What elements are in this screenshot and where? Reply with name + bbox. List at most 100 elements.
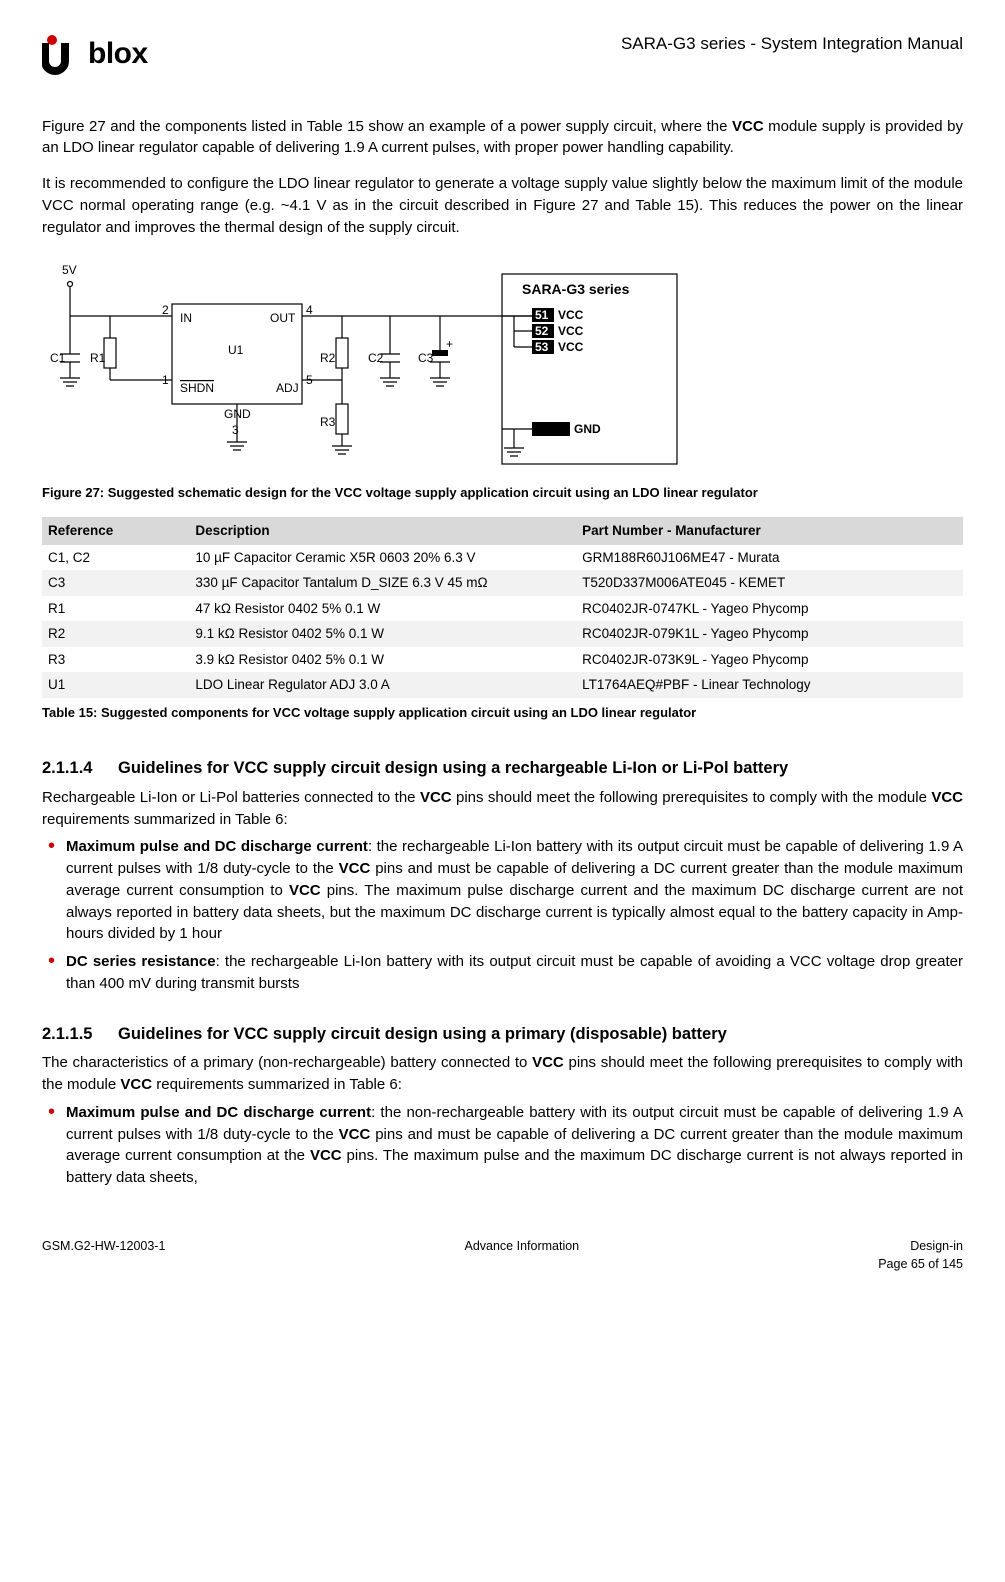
lbl-adj: ADJ	[276, 381, 299, 395]
page-header: blox SARA-G3 series - System Integration…	[42, 32, 963, 76]
table-row: R29.1 kΩ Resistor 0402 5% 0.1 WRC0402JR-…	[42, 621, 963, 647]
vcc-lbl-3: VCC	[558, 340, 584, 354]
cell: 47 kΩ Resistor 0402 5% 0.1 W	[189, 596, 576, 622]
schematic-svg: .l{stroke:#000;stroke-width:1.2;fill:non…	[42, 254, 682, 474]
sec214-bullets: Maximum pulse and DC discharge current: …	[42, 836, 963, 994]
cell: 9.1 kΩ Resistor 0402 5% 0.1 W	[189, 621, 576, 647]
text: The characteristics of a primary (non-re…	[42, 1054, 532, 1071]
lbl-5v: 5V	[62, 263, 77, 277]
sec215-bullets: Maximum pulse and DC discharge current: …	[42, 1102, 963, 1189]
text: Rechargeable Li-Ion or Li-Pol batteries …	[42, 789, 420, 806]
cell: RC0402JR-079K1L - Yageo Phycomp	[576, 621, 963, 647]
pin-53: 53	[535, 340, 549, 354]
lbl-u1: U1	[228, 343, 244, 357]
cell: 10 µF Capacitor Ceramic X5R 0603 20% 6.3…	[189, 545, 576, 571]
list-item: Maximum pulse and DC discharge current: …	[42, 1102, 963, 1189]
sec214-intro: Rechargeable Li-Ion or Li-Pol batteries …	[42, 787, 963, 831]
plus-icon: +	[446, 337, 453, 351]
cell: 3.9 kΩ Resistor 0402 5% 0.1 W	[189, 647, 576, 673]
text: pins should meet the following prerequis…	[452, 789, 932, 806]
table-15-caption: Table 15: Suggested components for VCC v…	[42, 704, 963, 723]
section-2-1-1-4-heading: 2.1.1.4Guidelines for VCC supply circuit…	[42, 757, 963, 781]
list-item: Maximum pulse and DC discharge current: …	[42, 836, 963, 945]
section-number: 2.1.1.4	[42, 757, 118, 781]
cell: C1, C2	[42, 545, 189, 571]
figure-27-schematic: .l{stroke:#000;stroke-width:1.2;fill:non…	[42, 254, 963, 474]
footer-right: Design-in Page 65 of 145	[878, 1237, 963, 1273]
section-title: Guidelines for VCC supply circuit design…	[118, 759, 788, 777]
intro-para-2: It is recommended to configure the LDO l…	[42, 173, 963, 238]
cell: 330 µF Capacitor Tantalum D_SIZE 6.3 V 4…	[189, 570, 576, 596]
section-number: 2.1.1.5	[42, 1023, 118, 1047]
lbl-c2: C2	[368, 351, 384, 365]
table-row: C1, C210 µF Capacitor Ceramic X5R 0603 2…	[42, 545, 963, 571]
ublox-logo: blox	[42, 32, 148, 76]
cell: U1	[42, 672, 189, 698]
cell: R3	[42, 647, 189, 673]
list-item: DC series resistance: the rechargeable L…	[42, 951, 963, 995]
bullet-title: Maximum pulse and DC discharge current	[66, 838, 368, 855]
document-title: SARA-G3 series - System Integration Manu…	[621, 32, 963, 57]
pin-4: 4	[306, 303, 313, 317]
sec215-intro: The characteristics of a primary (non-re…	[42, 1052, 963, 1096]
text-bold: VCC	[732, 118, 764, 135]
text-bold: VCC	[339, 1126, 371, 1143]
lbl-c1: C1	[50, 351, 66, 365]
pin-2: 2	[162, 303, 169, 317]
vcc-lbl-2: VCC	[558, 324, 584, 338]
vcc-lbl-1: VCC	[558, 308, 584, 322]
table-row: R33.9 kΩ Resistor 0402 5% 0.1 WRC0402JR-…	[42, 647, 963, 673]
footer-center: Advance Information	[165, 1237, 878, 1273]
pin-52: 52	[535, 324, 549, 338]
text-bold: VCC	[120, 1076, 152, 1093]
section-title: Guidelines for VCC supply circuit design…	[118, 1025, 727, 1043]
text: requirements summarized in Table 6:	[42, 811, 288, 828]
text-bold: VCC	[532, 1054, 564, 1071]
gnd-lbl: GND	[574, 422, 601, 436]
text: requirements summarized in Table 6:	[152, 1076, 402, 1093]
text-bold: VCC	[339, 860, 371, 877]
table-row: U1LDO Linear Regulator ADJ 3.0 ALT1764AE…	[42, 672, 963, 698]
lbl-r2: R2	[320, 351, 336, 365]
table-row: C3330 µF Capacitor Tantalum D_SIZE 6.3 V…	[42, 570, 963, 596]
cell: R1	[42, 596, 189, 622]
table-header-row: Reference Description Part Number - Manu…	[42, 517, 963, 545]
footer-page: Page 65 of 145	[878, 1255, 963, 1273]
text-bold: VCC	[289, 882, 321, 899]
table-15: Reference Description Part Number - Manu…	[42, 517, 963, 698]
footer-right-1: Design-in	[878, 1237, 963, 1255]
pin-51: 51	[535, 308, 549, 322]
lbl-r3: R3	[320, 415, 336, 429]
cell: LT1764AEQ#PBF - Linear Technology	[576, 672, 963, 698]
cell: GRM188R60J106ME47 - Murata	[576, 545, 963, 571]
cell: C3	[42, 570, 189, 596]
text-bold: VCC	[310, 1147, 342, 1164]
lbl-r1: R1	[90, 351, 106, 365]
pin-3: 3	[232, 423, 239, 437]
bullet-title: DC series resistance	[66, 953, 216, 970]
figure-27-caption: Figure 27: Suggested schematic design fo…	[42, 484, 963, 503]
table-row: R147 kΩ Resistor 0402 5% 0.1 WRC0402JR-0…	[42, 596, 963, 622]
module-title: SARA-G3 series	[522, 281, 630, 297]
logo-text: blox	[88, 32, 148, 76]
cell: LDO Linear Regulator ADJ 3.0 A	[189, 672, 576, 698]
text-bold: VCC	[931, 789, 963, 806]
bullet-title: Maximum pulse and DC discharge current	[66, 1104, 371, 1121]
ublox-logo-icon	[42, 33, 84, 75]
cell: R2	[42, 621, 189, 647]
footer-left: GSM.G2-HW-12003-1	[42, 1237, 165, 1273]
lbl-out: OUT	[270, 311, 296, 325]
cell: RC0402JR-0747KL - Yageo Phycomp	[576, 596, 963, 622]
section-2-1-1-5-heading: 2.1.1.5Guidelines for VCC supply circuit…	[42, 1023, 963, 1047]
text: Figure 27 and the components listed in T…	[42, 118, 732, 135]
th-description: Description	[189, 517, 576, 545]
th-reference: Reference	[42, 517, 189, 545]
lbl-shdn: SHDN	[180, 381, 214, 395]
lbl-in: IN	[180, 311, 192, 325]
text-bold: VCC	[420, 789, 452, 806]
th-part: Part Number - Manufacturer	[576, 517, 963, 545]
cell: RC0402JR-073K9L - Yageo Phycomp	[576, 647, 963, 673]
page-footer: GSM.G2-HW-12003-1 Advance Information De…	[42, 1237, 963, 1273]
cell: T520D337M006ATE045 - KEMET	[576, 570, 963, 596]
intro-para-1: Figure 27 and the components listed in T…	[42, 116, 963, 160]
